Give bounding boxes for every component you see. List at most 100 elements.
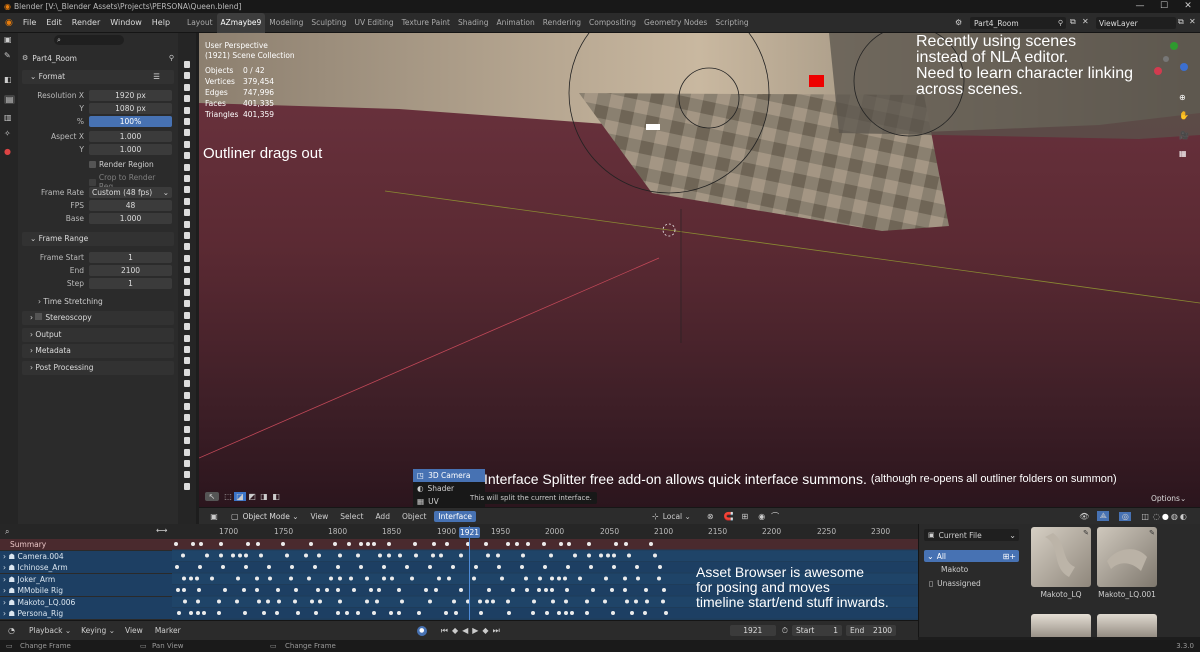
viewport-menu-object[interactable]: Object [402,512,426,521]
timeline-menu-view[interactable]: View [125,626,143,635]
edit-icon[interactable]: ✎ [1083,529,1089,537]
frame-range-section-header[interactable]: ⌄ Frame Range [22,232,174,246]
outliner-row-icon[interactable] [184,106,190,114]
outliner-row-icon[interactable] [184,437,190,445]
tab-geometry-nodes[interactable]: Geometry Nodes [640,13,711,33]
world-tab-icon[interactable]: ● [4,147,11,156]
wireframe-shading-icon[interactable]: ◌ [1153,512,1160,521]
maximize-button[interactable]: ☐ [1152,0,1176,13]
outliner-row-icon[interactable] [184,152,190,160]
outliner-row-icon[interactable] [184,482,190,490]
aspect-x-field[interactable]: 1.000 [89,131,172,142]
camera-view-icon[interactable]: 🎥 [1179,131,1189,140]
overlay-icon[interactable]: ◎ [1119,511,1132,521]
render-tab-icon[interactable]: ◧ [4,75,12,84]
outliner-row-icon[interactable] [184,346,190,353]
new-scene-icon[interactable]: ⧉ [1070,17,1076,27]
add-catalog-icon[interactable]: ⊞+ [1003,552,1016,561]
outliner-row-icon[interactable] [184,414,190,422]
outliner-row-icon[interactable] [184,266,190,274]
outliner-row-icon[interactable] [184,277,190,285]
outliner-row-icon[interactable] [184,391,190,399]
timeline-menu-keying[interactable]: Keying ⌄ [81,626,115,635]
outliner-row-icon[interactable] [184,232,190,239]
minimize-button[interactable]: — [1128,0,1152,13]
menu-render[interactable]: Render [67,13,105,33]
blender-menu-icon[interactable]: ◉ [0,18,18,28]
metadata-section-header[interactable]: › Metadata [22,344,174,358]
frame-rate-dropdown[interactable]: Custom (48 fps) ⌄ [89,187,172,198]
stereoscopy-section-header[interactable]: › Stereoscopy [22,311,174,325]
scene-tab-icon[interactable]: ✧ [4,129,11,138]
tab-animation[interactable]: Animation [492,13,538,33]
solid-shading-icon[interactable]: ● [1162,512,1169,521]
resolution-percent-slider[interactable]: 100% [89,116,172,127]
pan-hand-icon[interactable]: ✋ [1179,111,1189,120]
outliner-row-icon[interactable] [184,129,190,137]
edit-icon[interactable]: ✎ [1149,529,1155,537]
select-invert-icon[interactable]: ◨ [258,492,270,501]
viewport-menu-select[interactable]: Select [340,512,363,521]
post-processing-section-header[interactable]: › Post Processing [22,361,174,375]
snap-target-icon[interactable]: ⊞ [741,512,748,521]
tab-modeling[interactable]: Modeling [265,13,307,33]
rendered-shading-icon[interactable]: ◐ [1180,512,1187,521]
jump-end-icon[interactable]: ⏭ [493,626,500,636]
tab-scripting[interactable]: Scripting [711,13,752,33]
start-frame-field[interactable]: Start 1 [792,625,843,636]
channel-row[interactable]: › ☗ MMobile Rig [0,585,172,596]
tab-texture-paint[interactable]: Texture Paint [398,13,454,33]
frame-start-field[interactable]: 1 [89,252,172,263]
tab-azmaybe9[interactable]: AZmaybe9 [216,12,266,33]
delete-scene-icon[interactable]: ✕ [1082,17,1089,26]
outliner-row-icon[interactable] [184,118,190,125]
outliner-row-icon[interactable] [184,460,190,467]
aspect-y-field[interactable]: 1.000 [89,144,172,155]
tab-layout[interactable]: Layout [183,13,217,33]
tool-tab-icon[interactable]: ✎ [4,51,11,60]
current-frame-field[interactable]: 1921 [729,625,776,636]
outliner-row-icon[interactable] [184,95,190,103]
timeline-menu-marker[interactable]: Marker [155,626,181,635]
base-field[interactable]: 1.000 [89,213,172,224]
fps-field[interactable]: 48 [89,200,172,211]
viewport-options-button[interactable]: Options ⌄ [1151,494,1186,503]
3d-viewport[interactable]: User Perspective (1921) Scene Collection… [199,33,1200,507]
prev-key-icon[interactable]: ◆ [452,626,458,635]
select-intersect-icon[interactable]: ◧ [270,492,282,501]
asset-thumb-makoto-lq-001[interactable]: ✎ [1097,527,1157,587]
outliner-row-icon[interactable] [184,254,190,262]
output-tab-icon[interactable]: ▤ [4,95,15,104]
catalog-all[interactable]: ⌄ All ⊞+ [924,550,1019,562]
frame-step-field[interactable]: 1 [89,278,172,289]
next-key-icon[interactable]: ◆ [482,626,488,635]
menu-window[interactable]: Window [105,13,147,33]
outliner-row-icon[interactable] [184,380,190,388]
stopwatch-icon[interactable]: ⏱ [782,626,788,636]
channel-summary[interactable]: Summary [0,539,172,550]
format-section-header[interactable]: ⌄ Format ☰ [22,70,174,84]
channel-row[interactable]: › ☗ Camera.004 [0,550,172,562]
menu-help[interactable]: Help [147,13,175,33]
channel-row[interactable]: › ☗ Makoto_LQ.006 [0,596,172,608]
outliner-row-icon[interactable] [184,197,190,205]
outliner-row-icon[interactable] [184,140,190,148]
viewport-menu-interface[interactable]: Interface [434,510,476,522]
view-layer-tab-icon[interactable]: ▥ [4,113,12,122]
outliner-row-icon[interactable] [184,289,190,296]
outliner-row-icon[interactable] [184,175,190,182]
outliner-row-icon[interactable] [184,323,190,331]
tab-sculpting[interactable]: Sculpting [307,13,350,33]
play-reverse-icon[interactable]: ◀ [462,626,468,635]
outliner-row-icon[interactable] [184,357,190,365]
popup-item-3d-camera[interactable]: ◳ 3D Camera [413,469,485,482]
pin-icon[interactable]: ⚲ [169,54,174,62]
material-shading-icon[interactable]: ◍ [1171,512,1178,521]
jump-start-icon[interactable]: ⏮ [441,626,448,636]
search-icon[interactable]: ⌕ [5,527,9,537]
xray-icon[interactable]: ◫ [1141,512,1149,521]
grid-view-icon[interactable]: ▦ [1179,149,1187,158]
viewport-menu-add[interactable]: Add [375,512,390,521]
channel-row[interactable]: › ☗ Ichinose_Arm [0,562,172,573]
swap-icon[interactable]: ⟷ [156,526,167,535]
